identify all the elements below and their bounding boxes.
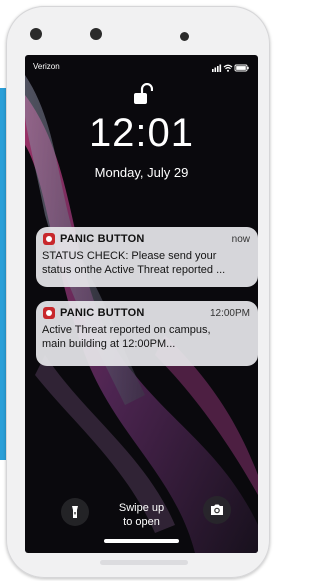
lock-screen-time: 12:01 [88,111,195,155]
front-sensor-dot [90,28,102,40]
notification-app-name: PANIC BUTTON [60,307,145,319]
phone-frame: Verizon 12:01 Monday, July 29 PANIC BUTT… [6,6,270,578]
panic-button-app-icon [43,307,55,319]
notification-time: now [231,234,250,245]
carrier-label: Verizon [33,62,60,71]
front-camera-dot [180,32,189,41]
notification-body: STATUS CHECK: Please send your status on… [42,250,226,276]
status-icons [212,64,249,72]
wifi-icon [223,64,233,72]
lock-screen: Verizon 12:01 Monday, July 29 PANIC BUTT… [25,55,258,553]
notification-active-threat[interactable]: PANIC BUTTON 12:00PM Active Threat repor… [36,301,258,366]
battery-icon [234,64,249,72]
swipe-up-hint: Swipe up to open [83,501,200,529]
notification-app-name: PANIC BUTTON [60,233,145,245]
notification-body: Active Threat reported on campus, main b… [42,324,211,350]
lock-screen-date: Monday, July 29 [94,165,189,180]
swipe-up-text: Swipe up to open [118,502,165,528]
notification-status-check[interactable]: PANIC BUTTON now STATUS CHECK: Please se… [36,227,258,287]
camera-icon [211,504,223,515]
cellular-signal-icon [212,64,222,72]
home-indicator[interactable] [104,539,179,543]
panic-button-app-icon [43,233,55,245]
camera-button[interactable] [203,496,231,524]
unlocked-padlock-icon [134,83,153,104]
phone-bottom-speaker [100,560,188,565]
notification-time: 12:00PM [209,308,250,319]
front-speaker-dot [30,28,42,40]
status-bar: Verizon [25,62,258,76]
